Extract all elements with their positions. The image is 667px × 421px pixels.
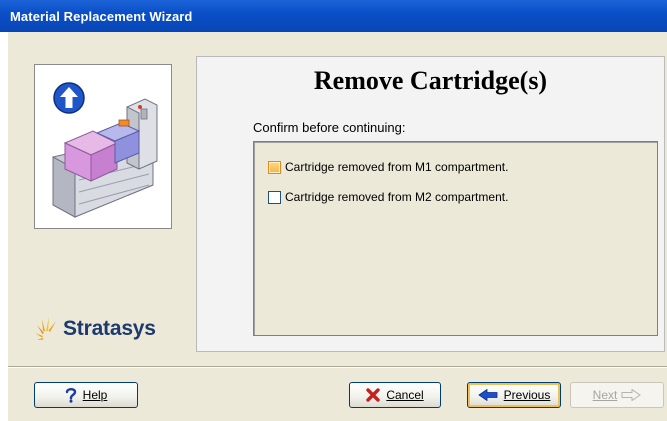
checkbox-row-m2[interactable]: Cartridge removed from M2 compartment. bbox=[268, 190, 508, 204]
help-button[interactable]: Help bbox=[34, 382, 138, 408]
previous-button-label: Previous bbox=[503, 388, 551, 402]
window-title: Material Replacement Wizard bbox=[10, 9, 193, 24]
right-arrow-icon bbox=[621, 389, 642, 401]
checkbox-row-m1[interactable]: Cartridge removed from M1 compartment. bbox=[268, 160, 508, 174]
x-mark-icon bbox=[366, 388, 381, 402]
hero-image-frame bbox=[34, 64, 172, 229]
help-button-label: Help bbox=[82, 388, 108, 402]
printer-cartridge-illustration bbox=[52, 82, 158, 218]
question-mark-icon bbox=[65, 387, 77, 403]
logo-text: Stratasys bbox=[63, 317, 156, 340]
checkbox-m1[interactable] bbox=[268, 160, 281, 174]
stratasys-logo: Stratasys bbox=[34, 312, 184, 346]
button-separator bbox=[8, 366, 667, 368]
up-arrow-circle-icon bbox=[53, 82, 85, 114]
stratasys-burst-icon bbox=[35, 317, 56, 340]
page-title: Remove Cartridge(s) bbox=[313, 66, 548, 95]
cancel-button[interactable]: Cancel bbox=[349, 382, 441, 408]
title-bar: Material Replacement Wizard bbox=[0, 0, 667, 32]
left-arrow-icon bbox=[477, 389, 498, 401]
wizard-window: Material Replacement Wizard Stratasys Re… bbox=[0, 0, 667, 421]
checkbox-m2-label[interactable]: Cartridge removed from M2 compartment. bbox=[285, 190, 508, 204]
next-button-label: Next bbox=[592, 388, 618, 402]
checkbox-m1-label[interactable]: Cartridge removed from M1 compartment. bbox=[285, 160, 508, 174]
confirmation-checklist: Cartridge removed from M1 compartment. C… bbox=[253, 141, 658, 336]
previous-button[interactable]: Previous bbox=[467, 382, 561, 408]
next-button[interactable]: Next bbox=[570, 382, 664, 408]
checkbox-m2[interactable] bbox=[268, 190, 281, 204]
confirm-label: Confirm before continuing: bbox=[253, 120, 406, 135]
cancel-button-label: Cancel bbox=[386, 388, 424, 402]
